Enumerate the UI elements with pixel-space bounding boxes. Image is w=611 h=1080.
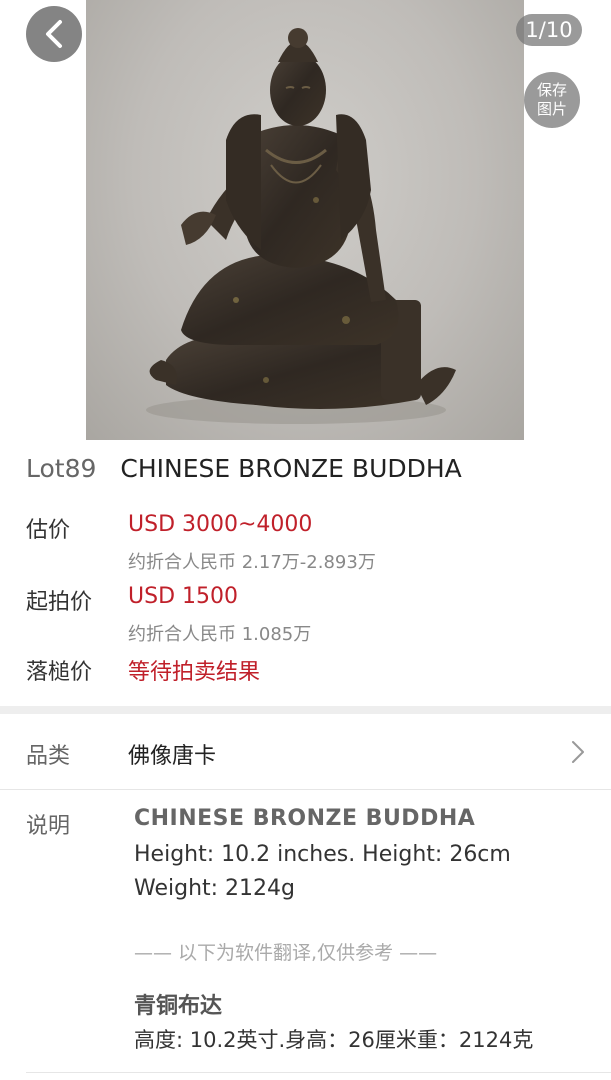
description-cn-line: 高度: 10.2英寸.身高：26厘米重：2124克 bbox=[134, 1028, 534, 1052]
buddha-photo[interactable] bbox=[86, 0, 524, 440]
description-cn-title: 青铜布达 bbox=[134, 994, 223, 1019]
hammer-price-value: 等待拍卖结果 bbox=[128, 660, 261, 685]
start-price-label: 起拍价 bbox=[26, 590, 93, 615]
lot-number: Lot89 bbox=[26, 454, 97, 483]
translation-note: —— 以下为软件翻译,仅供参考 —— bbox=[134, 942, 438, 964]
image-gallery[interactable]: 1/10 保存 图片 bbox=[0, 0, 611, 440]
category-row[interactable]: 品类 佛像唐卡 bbox=[0, 714, 611, 790]
buddha-statue-image bbox=[146, 28, 456, 424]
category-value: 佛像唐卡 bbox=[128, 744, 217, 769]
bottom-divider bbox=[26, 1072, 611, 1073]
start-price-value: USD 1500 bbox=[128, 584, 238, 609]
description-label: 说明 bbox=[26, 814, 71, 839]
start-price-rmb: 约折合人民币 1.085万 bbox=[128, 624, 312, 645]
chevron-left-icon bbox=[46, 20, 62, 48]
estimate-rmb: 约折合人民币 2.17万-2.893万 bbox=[128, 552, 376, 573]
lot-title: CHINESE BRONZE BUDDHA bbox=[120, 454, 462, 483]
save-label-line1: 保存 bbox=[536, 81, 567, 99]
description-line1: Height: 10.2 inches. Height: 26cm bbox=[134, 842, 511, 867]
description-title: CHINESE BRONZE BUDDHA bbox=[134, 806, 476, 831]
save-label-line2: 图片 bbox=[536, 100, 567, 118]
estimate-label: 估价 bbox=[26, 518, 71, 543]
chevron-right-icon bbox=[572, 741, 584, 763]
description-line2: Weight: 2124g bbox=[134, 876, 296, 901]
section-divider bbox=[0, 706, 611, 714]
hammer-price-label: 落槌价 bbox=[26, 660, 93, 685]
category-label: 品类 bbox=[26, 744, 71, 769]
image-counter: 1/10 bbox=[516, 14, 582, 46]
back-button[interactable] bbox=[26, 6, 82, 62]
lot-title-row: Lot89 CHINESE BRONZE BUDDHA bbox=[26, 454, 462, 483]
save-image-button[interactable]: 保存 图片 bbox=[524, 72, 580, 128]
estimate-value: USD 3000~4000 bbox=[128, 512, 313, 537]
